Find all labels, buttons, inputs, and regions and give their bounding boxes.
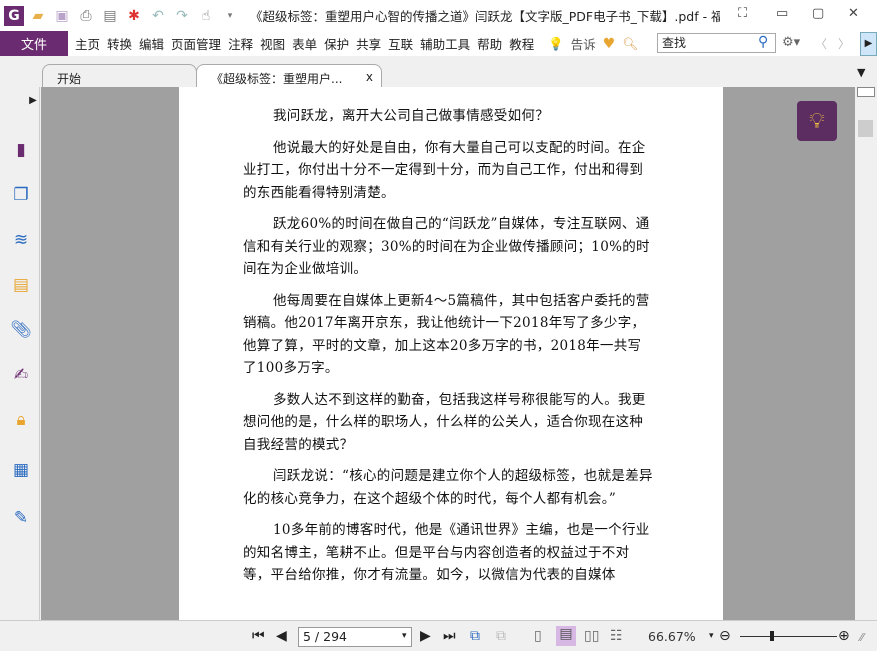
settings-icon[interactable]: ⚙▾ xyxy=(782,35,800,50)
zoom-slider[interactable] xyxy=(740,636,837,637)
menu-comment[interactable]: 注释 xyxy=(228,34,253,53)
fullscreen-icon[interactable]: ⛶ xyxy=(738,6,747,21)
certificate-icon[interactable]: ✎ xyxy=(10,507,32,529)
tab-label: 《超级标签：重塑用户... xyxy=(211,72,343,86)
heart-icon[interactable]: ♥ xyxy=(603,36,616,52)
attachments-icon[interactable]: 📎︎ xyxy=(10,319,32,341)
file-menu[interactable]: 文件 xyxy=(0,31,68,56)
find-folder-icon[interactable]: 🔍︎ xyxy=(622,36,638,52)
forward-icon[interactable]: 〉 xyxy=(838,35,850,52)
tab-document[interactable]: 《超级标签：重塑用户... x xyxy=(196,64,382,87)
facing-pages-icon[interactable]: ▯▯ xyxy=(584,628,599,644)
print-icon[interactable]: ⎙ xyxy=(76,6,96,26)
tab-start[interactable]: 开始 xyxy=(42,64,197,87)
search-icon[interactable]: ⚲ xyxy=(758,34,768,50)
paragraph: 多数人达不到这样的勤奋，包括我这样号称很能写的人。我更想问他的是，什么样的职场人… xyxy=(243,391,646,453)
zoom-dropdown-icon[interactable]: ▾ xyxy=(709,631,714,641)
paragraph: 我问跃龙，离开大公司自己做事情感受如何？ xyxy=(273,108,549,124)
menu-view[interactable]: 视图 xyxy=(260,34,285,53)
menu-connect[interactable]: 互联 xyxy=(388,34,413,53)
menu-tutorial[interactable]: 教程 xyxy=(509,34,534,53)
title-bar: G ▰ ▣ ⎙ ▤ ✱ ↶ ↷ ☝ ▾ 《超级标签：重塑用户心智的传播之道》闫跃… xyxy=(0,0,877,31)
page-number-input[interactable]: 5 / 294 xyxy=(298,627,412,647)
ribbon-expand-button[interactable]: ▶ xyxy=(860,32,877,56)
save-icon[interactable]: ▣ xyxy=(52,6,72,26)
paragraph: 闫跃龙说：“核心的问题是建立你个人的超级标签，也就是差异化的核心竞争力，在这个超… xyxy=(243,468,653,507)
bookmark-icon[interactable]: ▮ xyxy=(10,139,32,161)
tips-lightbulb-button[interactable]: 💡︎ xyxy=(797,101,837,141)
menu-edit[interactable]: 编辑 xyxy=(139,34,164,53)
back-icon[interactable]: 〈 xyxy=(815,35,827,52)
page-dropdown-icon[interactable]: ▾ xyxy=(402,631,407,641)
redo-icon[interactable]: ↷ xyxy=(172,6,192,26)
continuous-page-icon[interactable]: ▤ xyxy=(556,626,576,646)
paragraph: 他每周要在自媒体上更新4～5篇稿件，其中包括客户委托的营销稿。他2017年离开京… xyxy=(243,292,650,377)
lightbulb-icon[interactable]: 💡 xyxy=(548,36,564,52)
paragraph: 他说最大的好处是自由，你有大量自己可以支配的时间。在企业打工，你付出十分不一定得… xyxy=(243,139,646,201)
first-page-icon[interactable]: ⏮ xyxy=(252,628,265,644)
comments-icon[interactable]: ▤ xyxy=(10,274,32,296)
single-page-icon[interactable]: ▯ xyxy=(534,628,542,644)
menu-form[interactable]: 表单 xyxy=(292,34,317,53)
zoom-out-icon[interactable]: ⊖ xyxy=(719,628,731,644)
tell-me[interactable]: 告诉 xyxy=(571,34,596,53)
page-thumbnails-icon[interactable]: ❐ xyxy=(10,184,32,206)
layers-icon[interactable]: ≋ xyxy=(10,229,32,251)
menu-accessibility[interactable]: 辅助工具 xyxy=(420,34,470,53)
undo-icon[interactable]: ↶ xyxy=(148,6,168,26)
vertical-scrollbar[interactable] xyxy=(855,87,877,620)
document-canvas[interactable]: 我问跃龙，离开大公司自己做事情感受如何？ 他说最大的好处是自由，你有大量自己可以… xyxy=(41,87,855,620)
properties-icon[interactable]: ▤ xyxy=(100,6,120,26)
customize-dropdown-icon[interactable]: ▾ xyxy=(220,6,240,26)
previous-page-icon[interactable]: ◀ xyxy=(276,628,287,644)
pdf-page: 我问跃龙，离开大公司自己做事情感受如何？ 他说最大的好处是自由，你有大量自己可以… xyxy=(179,87,723,620)
minimize-button[interactable]: ▭ xyxy=(776,6,788,21)
window-title: 《超级标签：重塑用户心智的传播之道》闫跃龙【文字版_PDF电子书_下载】.pdf… xyxy=(250,9,720,24)
scrollbar-thumb[interactable] xyxy=(858,120,873,137)
menu-protect[interactable]: 保护 xyxy=(324,34,349,53)
status-bar: ⏮ ◀ 5 / 294 ▾ ▶ ⏭ ⧉ ⧉ ▯ ▤ ▯▯ ☷ 66.67% ▾ … xyxy=(0,620,877,651)
menu-share[interactable]: 共享 xyxy=(356,34,381,53)
new-icon[interactable]: ✱ xyxy=(124,6,144,26)
tab-label: 开始 xyxy=(57,72,82,86)
paragraph: 跃龙60%的时间在做自己的“闫跃龙”自媒体，专注互联网、通信和有关行业的观察；3… xyxy=(243,216,650,277)
maximize-button[interactable]: ▢ xyxy=(812,6,824,21)
menu-help[interactable]: 帮助 xyxy=(477,34,502,53)
zoom-slider-thumb[interactable] xyxy=(770,631,774,641)
next-view-icon[interactable]: ⧉ xyxy=(496,628,506,644)
hand-tool-icon[interactable]: ☝ xyxy=(196,6,216,26)
tab-list-dropdown-icon[interactable]: ▼ xyxy=(857,66,865,79)
zoom-level[interactable]: 66.67% xyxy=(648,629,696,644)
next-page-icon[interactable]: ▶ xyxy=(420,628,431,644)
scroll-up-button[interactable] xyxy=(857,87,875,97)
tab-bar: 开始 《超级标签：重塑用户... x ▼ xyxy=(0,56,877,87)
menu-page-manage[interactable]: 页面管理 xyxy=(171,34,221,53)
app-logo-icon: G xyxy=(4,5,24,26)
open-icon[interactable]: ▰ xyxy=(28,6,48,26)
signature-icon[interactable]: ✍ xyxy=(10,364,32,386)
form-fields-icon[interactable]: ▦ xyxy=(10,459,32,481)
close-tab-icon[interactable]: x xyxy=(366,70,373,84)
close-button[interactable]: ✕ xyxy=(848,6,859,21)
zoom-in-icon[interactable]: ⊕ xyxy=(838,628,850,644)
continuous-facing-icon[interactable]: ☷ xyxy=(610,628,623,644)
last-page-icon[interactable]: ⏭ xyxy=(443,628,456,644)
resize-grip-icon[interactable]: ⁄⁄ xyxy=(860,631,864,644)
security-lock-icon[interactable]: 🔒︎ xyxy=(10,409,32,431)
navigation-panel: ▶ ▮ ❐ ≋ ▤ 📎︎ ✍ 🔒︎ ▦ ✎ xyxy=(0,87,40,620)
previous-view-icon[interactable]: ⧉ xyxy=(470,628,480,644)
paragraph: 10多年前的博客时代，他是《通讯世界》主编，也是一个行业的知名博主，笔耕不止。但… xyxy=(243,522,650,583)
menu-home[interactable]: 主页 xyxy=(75,34,100,53)
menu-convert[interactable]: 转换 xyxy=(107,34,132,53)
